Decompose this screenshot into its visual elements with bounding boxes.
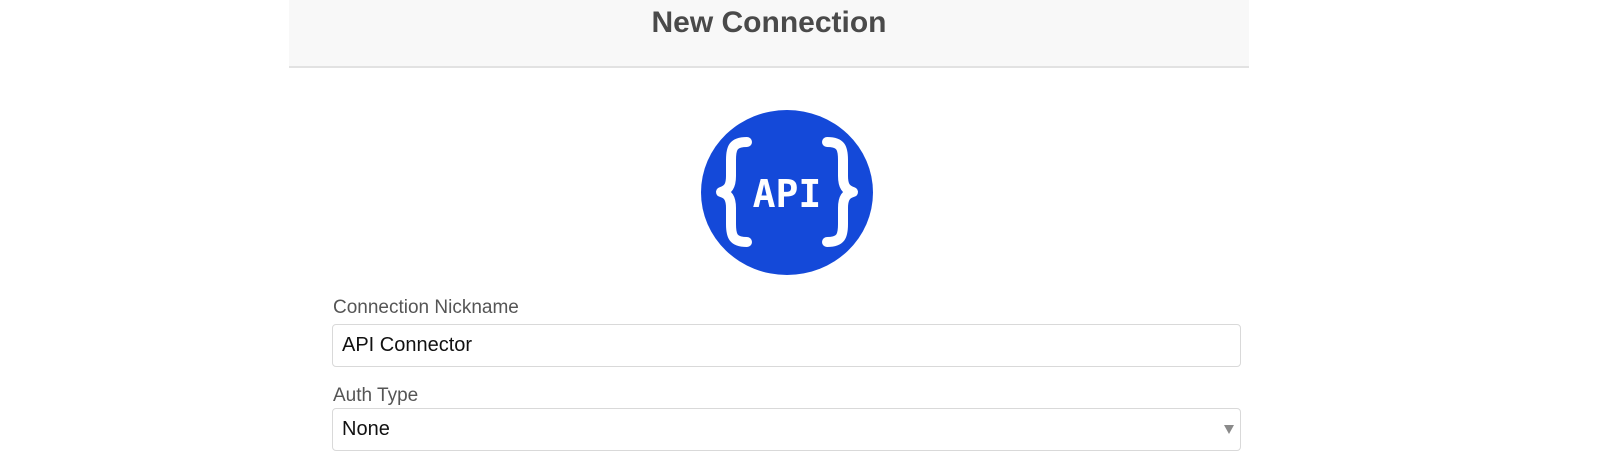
nickname-input[interactable]	[332, 324, 1241, 367]
api-logo-icon: API	[701, 110, 873, 275]
nickname-label: Connection Nickname	[333, 297, 519, 318]
auth-type-selected-value: None	[342, 418, 390, 440]
dialog-title: New Connection	[651, 6, 887, 39]
dialog-header: New Connection	[289, 0, 1249, 68]
auth-type-label: Auth Type	[333, 385, 419, 406]
auth-type-select[interactable]: None	[332, 408, 1241, 451]
new-connection-dialog: New Connection API Connection Nickname A…	[289, 0, 1249, 458]
api-logo-text: API	[753, 172, 822, 216]
chevron-down-icon	[1224, 425, 1234, 434]
